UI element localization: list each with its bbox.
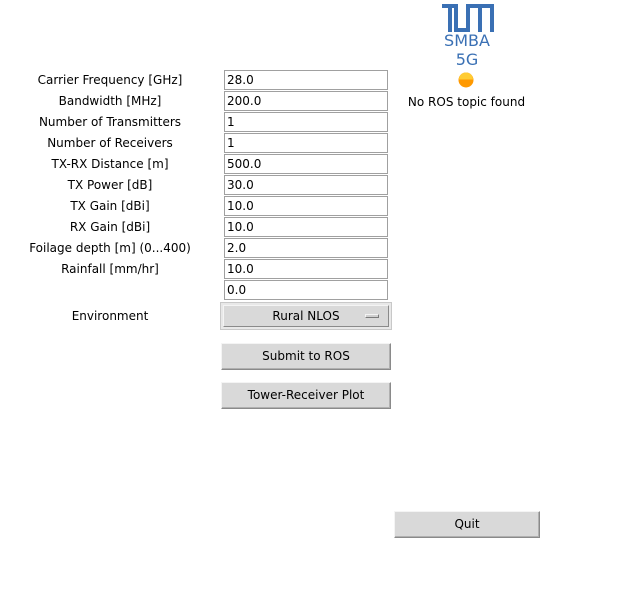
tower-receiver-plot-button[interactable]: Tower-Receiver Plot [221, 382, 391, 409]
unlabeled-input[interactable]: 0.0 [224, 280, 388, 300]
rainfall-input[interactable]: 10.0 [224, 259, 388, 279]
environment-selected-value: Rural NLOS [272, 309, 340, 323]
carrier-frequency-label: Carrier Frequency [GHz] [37, 73, 183, 87]
rx-gain-label: RX Gain [dBi] [69, 220, 151, 234]
dropdown-indicator-icon [365, 314, 379, 318]
carrier-frequency-input[interactable]: 28.0 [224, 70, 388, 90]
foilage-depth-input[interactable]: 2.0 [224, 238, 388, 258]
foilage-depth-label: Foilage depth [m] (0...400) [29, 241, 191, 255]
rainfall-label: Rainfall [mm/hr] [61, 262, 159, 276]
num-transmitters-label: Number of Transmitters [38, 115, 182, 129]
quit-button[interactable]: Quit [394, 511, 540, 538]
status-indicator-icon [458, 72, 474, 88]
tum-logo-icon [442, 4, 494, 32]
tx-rx-distance-label: TX-RX Distance [m] [51, 157, 169, 171]
ros-status-text: No ROS topic found [407, 95, 526, 109]
tx-power-input[interactable]: 30.0 [224, 175, 388, 195]
tx-gain-input[interactable]: 10.0 [224, 196, 388, 216]
tx-gain-label: TX Gain [dBi] [70, 199, 150, 213]
environment-dropdown[interactable]: Rural NLOS [223, 305, 389, 327]
bandwidth-label: Bandwidth [MHz] [58, 94, 162, 108]
rx-gain-input[interactable]: 10.0 [224, 217, 388, 237]
num-receivers-input[interactable]: 1 [224, 133, 388, 153]
environment-label: Environment [71, 309, 149, 323]
bandwidth-input[interactable]: 200.0 [224, 91, 388, 111]
tx-rx-distance-input[interactable]: 500.0 [224, 154, 388, 174]
submit-to-ros-button[interactable]: Submit to ROS [221, 343, 391, 370]
logo-text-smba: SMBA [444, 31, 490, 50]
tx-power-label: TX Power [dB] [67, 178, 153, 192]
environment-menu-frame: Rural NLOS [220, 302, 392, 330]
num-transmitters-input[interactable]: 1 [224, 112, 388, 132]
logo-text-5g: 5G [455, 50, 479, 69]
num-receivers-label: Number of Receivers [47, 136, 173, 150]
